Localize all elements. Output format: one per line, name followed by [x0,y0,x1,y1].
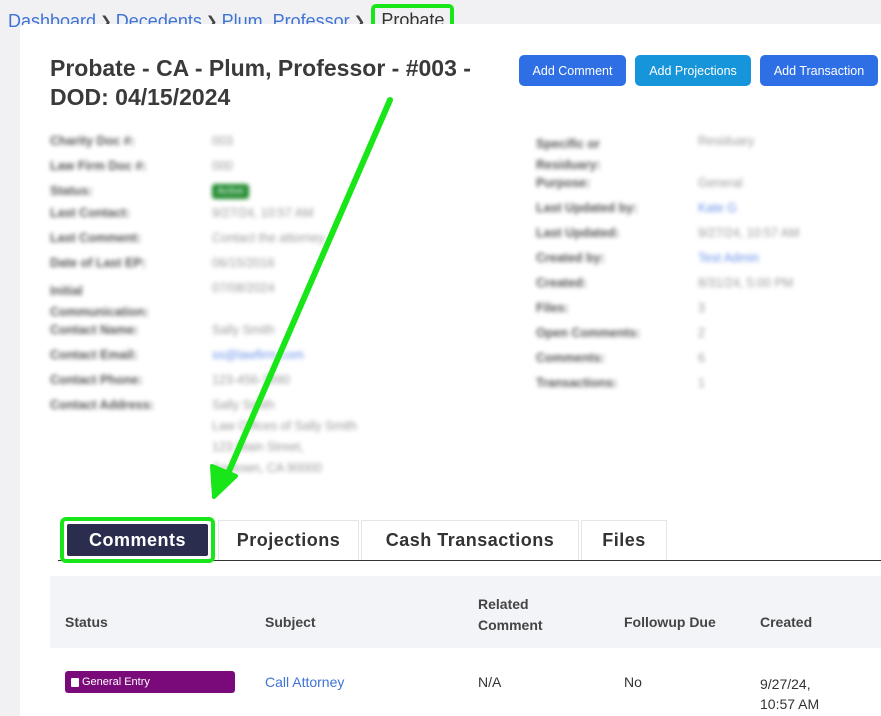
detail-label: Status: [50,184,93,198]
detail-label: Transactions: [536,376,618,390]
subject-link[interactable]: Call Attorney [265,674,344,690]
detail-label: Open Comments: [536,326,641,340]
tab-projections[interactable]: Projections [218,520,359,560]
detail-value: Law Offices of Sally Smith [212,419,357,433]
detail-label: Law Firm Doc #: [50,159,147,173]
detail-value: Sally Smith [212,323,275,337]
detail-value: 9/27/24, 10:57 AM [698,226,800,240]
contact-email-link[interactable]: ss@lawfirm.com [212,348,304,362]
detail-value: 123 Main Street, [212,440,304,454]
column-header-created[interactable]: Created [760,614,812,630]
tab-bar: Comments Projections Cash Transactions F… [58,517,881,563]
detail-label: Contact Phone: [50,373,143,387]
note-icon [71,677,79,687]
detail-value: 9/27/24, 10:57 AM [212,206,314,220]
detail-label: Purpose: [536,176,591,190]
column-header-related-comment[interactable]: Related Comment [478,594,543,636]
detail-value: 06/15/2016 [212,256,275,270]
detail-label: Created by: [536,251,605,265]
column-header-subject[interactable]: Subject [265,614,316,630]
status-badge: Active [212,184,250,199]
detail-value: 8/31/24, 5:00 PM [698,276,794,290]
followup-due-cell: No [624,674,642,690]
detail-label: Last Contact: [50,206,130,220]
detail-label: Comments: [536,351,605,365]
detail-value: 3 [698,301,705,315]
created-date: 9/27/24, [760,676,811,692]
detail-label: Date of Last EP: [50,256,146,270]
detail-label: Created: [536,276,587,290]
column-header-status[interactable]: Status [65,614,108,630]
detail-value: 07/08/2024 [212,281,275,295]
detail-label: Contact Email: [50,348,138,362]
comments-table-header: Status Subject Related Comment Followup D… [50,576,881,648]
detail-value: 123-456-7890 [212,373,290,387]
detail-label: Initial Communication: [50,284,149,319]
table-row[interactable]: General Entry Call Attorney N/A No 9/27/… [50,648,881,716]
column-header-followup-due[interactable]: Followup Due [624,614,716,630]
tab-files[interactable]: Files [581,520,667,560]
detail-value: Contact the attorney [212,231,325,245]
detail-value: Anytown, CA 90000 [212,461,322,475]
detail-label: Files: [536,301,569,315]
created-cell: 9/27/24, 10:57 AM [760,674,819,714]
detail-label: Specific or Residuary: [536,137,601,172]
column-header-line: Comment [478,617,543,633]
detail-value: 1 [698,376,705,390]
related-comment-cell: N/A [478,674,502,690]
add-transaction-button[interactable]: Add Transaction [760,55,878,86]
detail-label: Last Updated: [536,226,620,240]
detail-value: 000 [212,159,233,173]
detail-value: 003 [212,134,233,148]
tab-comments[interactable]: Comments [60,517,215,563]
detail-label: Last Comment: [50,231,141,245]
page-title: Probate - CA - Plum, Professor - #003 - … [50,55,471,110]
detail-label: Last Updated by: [536,201,638,215]
status-badge-label: General Entry [82,676,150,688]
add-comment-button[interactable]: Add Comment [519,55,626,86]
updated-by-link[interactable]: Kate G [698,201,737,215]
detail-value: Sally Smith [212,398,275,412]
detail-label: Contact Address: [50,398,154,412]
detail-value: 2 [698,326,705,340]
detail-label: Charity Doc #: [50,134,135,148]
tab-comments-label: Comments [67,524,208,556]
created-by-link[interactable]: Test Admin [698,251,759,265]
detail-value: General [698,176,743,190]
detail-value: Residuary [698,134,755,148]
detail-value: 6 [698,351,705,365]
column-header-line: Related [478,596,529,612]
tab-cash-transactions[interactable]: Cash Transactions [361,520,579,560]
created-time: 10:57 AM [760,696,820,712]
detail-label: Contact Name: [50,323,139,337]
add-projections-button[interactable]: Add Projections [635,55,751,86]
case-card: Probate - CA - Plum, Professor - #003 - … [20,24,881,716]
status-badge: General Entry [65,671,235,693]
